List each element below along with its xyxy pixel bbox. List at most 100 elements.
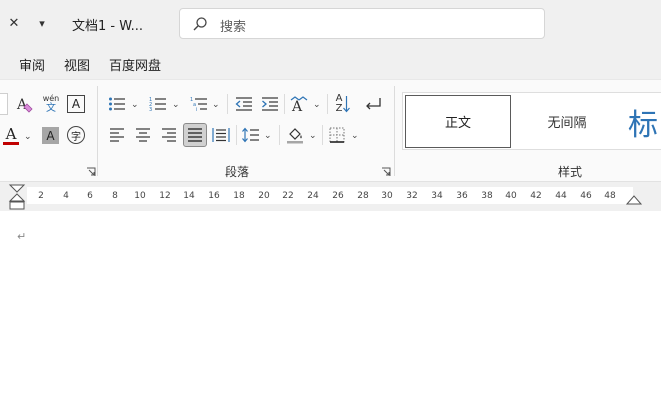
increase-indent-icon — [262, 97, 278, 111]
justify-button[interactable] — [183, 123, 207, 147]
button-separator — [327, 94, 328, 114]
paragraph-dialog-launcher-icon[interactable] — [381, 167, 391, 177]
sort-letters: A Z — [336, 94, 343, 114]
chinese-layout-icon: A — [290, 96, 308, 113]
ruler-tick: 8 — [112, 191, 118, 201]
align-center-button[interactable] — [132, 124, 154, 146]
align-left-icon — [110, 128, 124, 142]
multilevel-list-icon: 1ai — [190, 97, 207, 112]
show-formatting-marks-button[interactable] — [362, 93, 384, 115]
ruler-tick: 24 — [307, 191, 319, 201]
phonetic-guide-button[interactable]: wén 文 — [40, 91, 62, 117]
right-indent-marker-icon[interactable] — [626, 194, 642, 205]
ruler-tick: 12 — [159, 191, 171, 201]
multilevel-list-button[interactable]: 1ai — [188, 93, 210, 115]
character-shading-button[interactable]: A — [42, 127, 59, 144]
search-icon — [193, 17, 207, 31]
button-separator — [236, 125, 237, 145]
search-placeholder: 搜索 — [220, 20, 247, 35]
customize-qat-icon[interactable]: ▾ — [32, 13, 52, 33]
button-separator — [227, 94, 228, 114]
font-color-bar — [3, 141, 19, 145]
distributed-icon — [212, 128, 230, 142]
menu-review[interactable]: 审阅 — [19, 55, 45, 74]
ruler-tick: 20 — [258, 191, 270, 201]
bullets-icon — [109, 97, 125, 111]
decrease-indent-button[interactable] — [233, 93, 255, 115]
paragraph-mark: ↵ — [17, 230, 27, 243]
borders-dropdown-icon[interactable]: ⌄ — [351, 131, 359, 141]
phonetic-bottom: 文 — [46, 102, 56, 114]
title-bar: ✕ ▾ 文档1 - W... 搜索 — [0, 0, 661, 46]
svg-text:3: 3 — [149, 107, 152, 112]
font-color-dropdown-icon[interactable]: ⌄ — [24, 132, 32, 142]
button-separator — [284, 94, 285, 114]
search-box[interactable]: 搜索 — [179, 8, 545, 39]
decrease-indent-icon — [235, 97, 252, 111]
svg-text:A: A — [291, 99, 303, 113]
numbering-button[interactable]: 123 — [147, 93, 169, 115]
ruler-tick: 34 — [431, 191, 443, 201]
ruler-tick: 6 — [87, 191, 93, 201]
ruler-tick: 46 — [580, 191, 592, 201]
shading-button[interactable] — [284, 124, 306, 146]
indent-markers-icon[interactable] — [8, 184, 26, 210]
shading-dropdown-icon[interactable]: ⌄ — [309, 131, 317, 141]
align-center-icon — [136, 128, 150, 142]
distributed-button[interactable] — [210, 124, 232, 146]
sort-bottom-letter: Z — [335, 103, 343, 114]
button-separator — [322, 125, 323, 145]
document-title: 文档1 - W... — [72, 19, 143, 34]
style-heading[interactable]: 标 — [628, 100, 658, 144]
ruler-tick: 26 — [332, 191, 344, 201]
enclose-character-button[interactable]: 字 — [67, 126, 85, 144]
sort-arrow-icon — [343, 96, 351, 113]
font-size-box-edge[interactable] — [0, 93, 8, 115]
clear-formatting-button[interactable]: A — [14, 93, 36, 115]
style-no-spacing[interactable]: 无间隔 — [514, 95, 620, 148]
font-dialog-launcher-icon[interactable] — [86, 167, 96, 177]
ruler-tick: 22 — [282, 191, 294, 201]
font-color-letter: A — [5, 124, 17, 143]
sort-button[interactable]: A Z — [332, 91, 354, 117]
paint-bucket-icon — [287, 128, 303, 144]
increase-indent-button[interactable] — [259, 93, 281, 115]
phonetic-top: wén — [42, 93, 60, 103]
ruler-tick: 4 — [63, 191, 69, 201]
document-canvas[interactable]: ↵ — [0, 211, 661, 412]
ruler-tick: 40 — [505, 191, 517, 201]
menu-bar: 审阅 视图 百度网盘 — [0, 46, 661, 79]
bullets-dropdown-icon[interactable]: ⌄ — [131, 100, 139, 110]
ruler-tick: 18 — [233, 191, 245, 201]
line-spacing-button[interactable] — [240, 124, 262, 146]
group-separator — [394, 86, 395, 176]
horizontal-ruler[interactable]: 2 4 6 8 10 12 14 16 18 20 22 24 26 28 30… — [27, 187, 633, 204]
ribbon: A wén 文 A A ⌄ A 字 ⌄ 123 ⌄ 1ai ⌄ A ⌄ A Z … — [0, 79, 661, 181]
close-icon[interactable]: ✕ — [4, 13, 24, 33]
numbering-dropdown-icon[interactable]: ⌄ — [172, 100, 180, 110]
ruler-tick: 10 — [134, 191, 146, 201]
line-spacing-icon — [242, 127, 259, 143]
align-left-button[interactable] — [106, 124, 128, 146]
align-right-icon — [162, 128, 176, 142]
chinese-layout-button[interactable]: A — [288, 93, 310, 115]
align-right-button[interactable] — [158, 124, 180, 146]
ruler-tick: 42 — [530, 191, 542, 201]
font-color-button[interactable]: A — [2, 124, 20, 146]
numbering-icon: 123 — [149, 97, 166, 112]
ruler-area: 2 4 6 8 10 12 14 16 18 20 22 24 26 28 30… — [0, 181, 661, 211]
multilevel-list-dropdown-icon[interactable]: ⌄ — [212, 100, 220, 110]
paragraph-group-label: 段落 — [225, 165, 250, 179]
button-separator — [279, 125, 280, 145]
bullets-button[interactable] — [106, 93, 128, 115]
style-normal[interactable]: 正文 — [405, 95, 511, 148]
ruler-tick: 38 — [481, 191, 493, 201]
paragraph-mark-icon — [366, 98, 381, 110]
menu-baidu-netdisk[interactable]: 百度网盘 — [109, 55, 161, 74]
menu-view[interactable]: 视图 — [64, 55, 90, 74]
character-border-button[interactable]: A — [67, 95, 85, 113]
chinese-layout-dropdown-icon[interactable]: ⌄ — [313, 100, 321, 110]
ruler-tick: 44 — [555, 191, 567, 201]
line-spacing-dropdown-icon[interactable]: ⌄ — [264, 131, 272, 141]
borders-button[interactable] — [326, 124, 348, 146]
